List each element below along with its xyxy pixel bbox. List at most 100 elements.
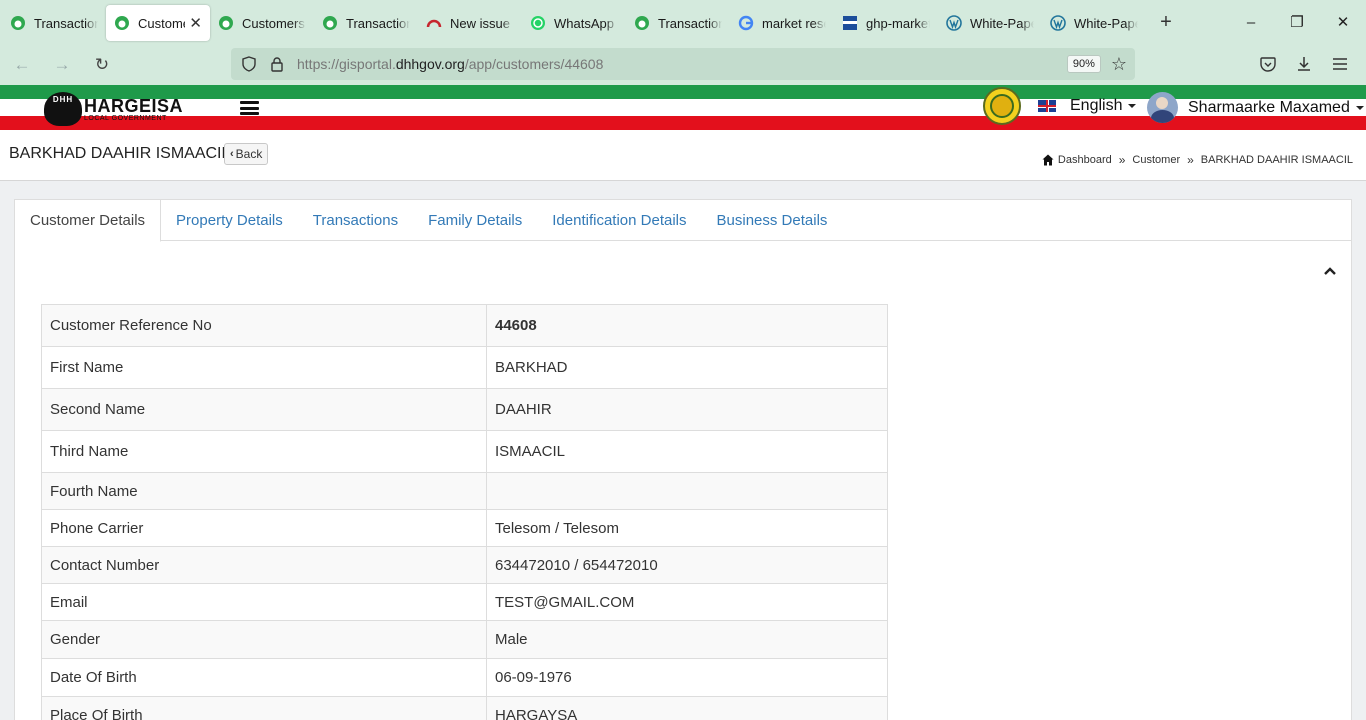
- field-value: 06-09-1976: [486, 658, 888, 697]
- uk-flag-icon: [1038, 100, 1056, 112]
- tab-business-details[interactable]: Business Details: [702, 200, 843, 241]
- field-value: [486, 472, 888, 510]
- browser-tab[interactable]: Transactions: [626, 5, 730, 41]
- browser-tab[interactable]: market rese: [730, 5, 834, 41]
- language-selector[interactable]: English: [1038, 97, 1137, 115]
- browser-tab-title: White-Paper: [970, 15, 1034, 31]
- logo-mark: DHH: [44, 92, 82, 126]
- browser-tab[interactable]: WhatsApp: [522, 5, 626, 41]
- table-row: Place Of Birth HARGAYSA: [41, 696, 888, 720]
- field-value: DAAHIR: [486, 388, 888, 431]
- download-icon[interactable]: [1286, 56, 1322, 72]
- breadcrumb-customer[interactable]: Customer: [1132, 154, 1180, 166]
- window-controls: – ❐ ✕: [1228, 0, 1366, 44]
- field-value: HARGAYSA: [486, 696, 888, 720]
- logo-subtitle: LOCAL GOVERNMENT: [84, 114, 167, 122]
- b2b-icon: [842, 15, 858, 31]
- caret-down-icon: [1128, 104, 1137, 108]
- close-window-button[interactable]: ✕: [1320, 0, 1366, 44]
- tab-transactions[interactable]: Transactions: [298, 200, 413, 241]
- field-value: TEST@GMAIL.COM: [486, 583, 888, 621]
- breadcrumb: Dashboard » Customer » BARKHAD DAAHIR IS…: [1042, 153, 1353, 167]
- field-label: Second Name: [41, 388, 487, 431]
- detail-tabs: Customer Details Property Details Transact…: [15, 200, 1351, 242]
- field-label: Contact Number: [41, 546, 487, 584]
- google-icon: [738, 15, 754, 31]
- address-bar[interactable]: https://gisportal.dhhgov.org/app/custome…: [231, 48, 1135, 80]
- menu-icon[interactable]: [1322, 58, 1358, 70]
- table-row: Fourth Name: [41, 472, 888, 510]
- browser-tab[interactable]: Transactions: [2, 5, 106, 41]
- tab-property-details[interactable]: Property Details: [161, 200, 298, 241]
- browser-tab[interactable]: New issue ·: [418, 5, 522, 41]
- browser-tab-title: Customers |: [242, 15, 306, 31]
- breadcrumb-current: BARKHAD DAAHIR ISMAACIL: [1200, 154, 1353, 166]
- emblem-icon: [983, 87, 1021, 125]
- browser-tab-title: Transactions: [346, 15, 410, 31]
- browser-tab-title: Customers: [138, 15, 185, 31]
- url-text[interactable]: https://gisportal.dhhgov.org/app/custome…: [297, 56, 1067, 72]
- browser-tab-title: WhatsApp: [554, 15, 614, 31]
- tab-family-details[interactable]: Family Details: [413, 200, 537, 241]
- restore-button[interactable]: ❐: [1274, 0, 1320, 44]
- chevron-left-icon: ‹: [230, 148, 234, 160]
- pocket-icon[interactable]: [1250, 56, 1286, 72]
- breadcrumb-separator: »: [1118, 153, 1126, 167]
- lock-icon[interactable]: [263, 56, 291, 72]
- app-icon: [218, 15, 234, 31]
- field-label: First Name: [41, 346, 487, 389]
- field-value: BARKHAD: [486, 346, 888, 389]
- browser-tab[interactable]: White-Paper: [938, 5, 1042, 41]
- field-label: Third Name: [41, 430, 487, 473]
- minimize-button[interactable]: –: [1228, 0, 1274, 44]
- language-label: English: [1070, 97, 1123, 114]
- new-tab-button[interactable]: +: [1150, 11, 1182, 34]
- forward-nav-button[interactable]: →: [44, 49, 80, 81]
- tab-customer-details[interactable]: Customer Details: [15, 200, 162, 242]
- user-name: Sharmaarke Maxamed: [1188, 98, 1350, 116]
- customer-details-table: Customer Reference No 44608 First Name BARK…: [41, 304, 888, 720]
- breadcrumb-separator: »: [1187, 153, 1194, 167]
- table-row: First Name BARKHAD: [41, 346, 888, 389]
- browser-tab[interactable]: Customers✕: [106, 5, 210, 41]
- zoom-level-badge[interactable]: 90%: [1066, 55, 1101, 73]
- reload-button[interactable]: ↻: [84, 49, 120, 81]
- user-menu[interactable]: Sharmaarke Maxamed: [1147, 92, 1364, 123]
- tab-identification-details[interactable]: Identification Details: [537, 200, 701, 241]
- browser-tab[interactable]: Transactions: [314, 5, 418, 41]
- field-label: Phone Carrier: [41, 509, 487, 547]
- browser-tab-title: Transactions: [34, 15, 98, 31]
- field-label: Customer Reference No: [41, 304, 487, 347]
- page-header: BARKHAD DAAHIR ISMAACIL ‹ Back Dashboard…: [0, 130, 1366, 181]
- logo-text: HARGEISA LOCAL GOVERNMENT: [84, 97, 183, 122]
- chevron-up-icon[interactable]: [1323, 266, 1337, 276]
- shield-icon[interactable]: [235, 56, 263, 72]
- field-value: Male: [486, 620, 888, 659]
- app-logo[interactable]: DHH HARGEISA LOCAL GOVERNMENT: [44, 92, 183, 126]
- app-header: DHH HARGEISA LOCAL GOVERNMENT English Sh…: [0, 85, 1366, 130]
- browser-tab[interactable]: Customers |: [210, 5, 314, 41]
- arrow-left-icon: ←: [13, 54, 31, 74]
- whatsapp-icon: [530, 15, 546, 31]
- field-value: 634472010 / 654472010: [486, 546, 888, 584]
- browser-tab[interactable]: ghp-market: [834, 5, 938, 41]
- reload-icon: ↻: [94, 54, 110, 74]
- app-icon: [322, 15, 338, 31]
- avatar: [1147, 92, 1178, 123]
- wordpress-icon: [946, 15, 962, 31]
- browser-tab-title: Transactions: [658, 15, 722, 31]
- field-label: Place Of Birth: [41, 696, 487, 720]
- field-value: ISMAACIL: [486, 430, 888, 473]
- sidebar-toggle-icon[interactable]: [240, 101, 259, 115]
- close-tab-icon[interactable]: ✕: [189, 14, 202, 32]
- tab-strip: Transactions Customers✕ Customers | Transac…: [2, 3, 1146, 41]
- bookmark-star-icon[interactable]: ☆: [1111, 54, 1127, 75]
- back-button[interactable]: ‹ Back: [224, 143, 269, 165]
- field-label: Fourth Name: [41, 472, 487, 510]
- browser-tab[interactable]: White-Paper: [1042, 5, 1146, 41]
- field-label: Email: [41, 583, 487, 621]
- breadcrumb-dashboard[interactable]: Dashboard: [1058, 154, 1112, 166]
- back-nav-button[interactable]: ←: [4, 49, 40, 81]
- customer-panel: Customer Details Property Details Transact…: [14, 199, 1352, 720]
- browser-nav-bar: ← → ↻ https://gisportal.dhhgov.org/app/c…: [0, 44, 1366, 85]
